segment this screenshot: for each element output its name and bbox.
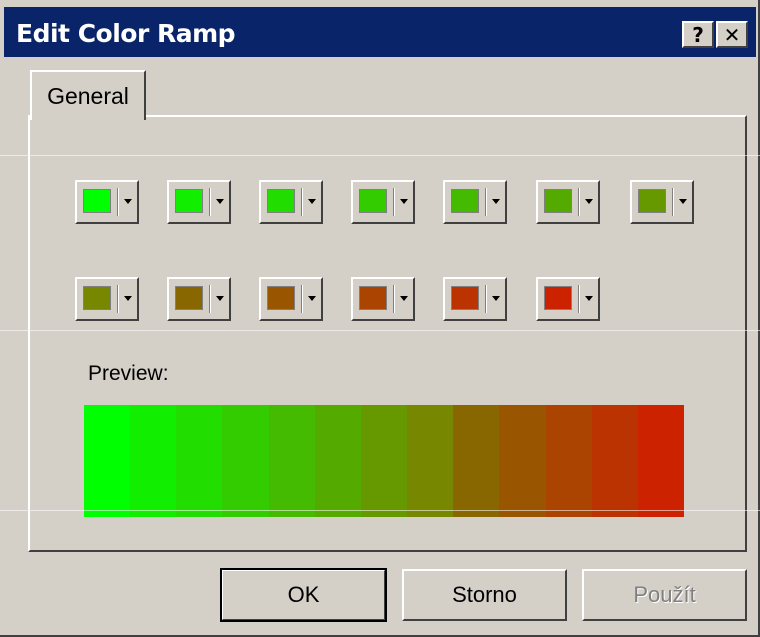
color-button-1[interactable]	[75, 180, 139, 224]
preview-color-segment	[499, 405, 546, 517]
dropdown-arrow-icon	[585, 199, 593, 204]
color-button-5[interactable]	[443, 180, 507, 224]
color-swatch	[544, 286, 572, 310]
color-button-2[interactable]	[167, 180, 231, 224]
ok-button[interactable]: OK	[220, 568, 387, 622]
close-button[interactable]: ✕	[716, 21, 748, 48]
help-button[interactable]: ?	[682, 21, 714, 48]
color-swatch	[544, 189, 572, 213]
color-swatch	[267, 286, 295, 310]
color-button-6[interactable]	[536, 180, 600, 224]
color-swatch	[175, 189, 203, 213]
dropdown-arrow-icon	[308, 199, 316, 204]
preview-color-segment	[637, 405, 685, 517]
color-ramp-preview	[84, 405, 685, 517]
preview-color-segment	[407, 405, 454, 517]
color-swatch	[267, 189, 295, 213]
color-button-7[interactable]	[630, 180, 694, 224]
color-button-8[interactable]	[75, 277, 139, 321]
dropdown-arrow-icon	[216, 199, 224, 204]
color-button-9[interactable]	[167, 277, 231, 321]
preview-color-segment	[130, 405, 177, 517]
color-button-11[interactable]	[351, 277, 415, 321]
edit-color-ramp-dialog: Edit Color Ramp ? ✕ General Preview: OK …	[0, 0, 760, 637]
dropdown-arrow-icon	[216, 296, 224, 301]
dropdown-arrow-icon	[124, 296, 132, 301]
color-swatch	[451, 189, 479, 213]
preview-label: Preview:	[88, 362, 169, 385]
window-title: Edit Color Ramp	[16, 19, 236, 48]
tab-general[interactable]: General	[30, 70, 146, 120]
color-button-10[interactable]	[259, 277, 323, 321]
dropdown-arrow-icon	[308, 296, 316, 301]
preview-color-segment	[84, 405, 131, 517]
dropdown-arrow-icon	[400, 199, 408, 204]
preview-color-segment	[453, 405, 500, 517]
color-button-4[interactable]	[351, 180, 415, 224]
color-swatch	[451, 286, 479, 310]
title-bar[interactable]: Edit Color Ramp ? ✕	[4, 7, 756, 57]
color-button-12[interactable]	[443, 277, 507, 321]
color-swatch	[83, 286, 111, 310]
dropdown-arrow-icon	[492, 199, 500, 204]
preview-color-segment	[545, 405, 592, 517]
color-button-13[interactable]	[536, 277, 600, 321]
preview-color-segment	[360, 405, 408, 517]
color-button-3[interactable]	[259, 180, 323, 224]
dropdown-arrow-icon	[400, 296, 408, 301]
dropdown-arrow-icon	[124, 199, 132, 204]
color-swatch	[359, 286, 387, 310]
color-swatch	[359, 189, 387, 213]
preview-color-segment	[268, 405, 315, 517]
color-swatch	[175, 286, 203, 310]
cancel-button[interactable]: Storno	[402, 569, 567, 621]
dropdown-arrow-icon	[679, 199, 687, 204]
dropdown-arrow-icon	[492, 296, 500, 301]
preview-color-segment	[314, 405, 361, 517]
preview-color-segment	[591, 405, 638, 517]
dropdown-arrow-icon	[585, 296, 593, 301]
color-swatch	[638, 189, 666, 213]
preview-color-segment	[176, 405, 223, 517]
color-swatch	[83, 189, 111, 213]
preview-color-segment	[222, 405, 269, 517]
apply-button[interactable]: Použít	[582, 569, 747, 621]
